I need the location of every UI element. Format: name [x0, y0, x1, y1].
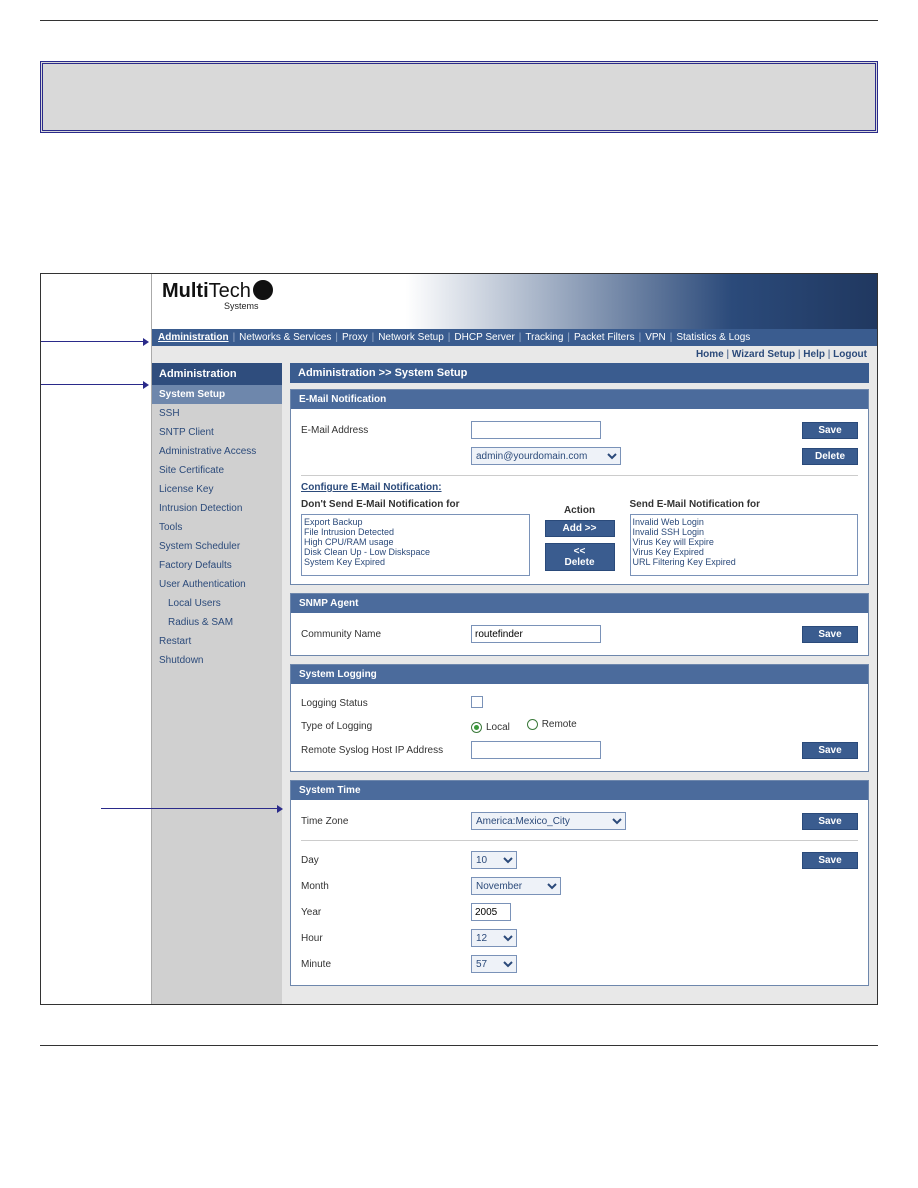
sidebar: Administration System SetupSSHSNTP Clien… — [152, 363, 282, 1004]
tz-save-button[interactable]: Save — [802, 813, 858, 830]
email-input[interactable] — [471, 421, 601, 439]
annotation-arrows — [41, 274, 151, 1004]
menu-tracking[interactable]: Tracking — [525, 332, 563, 343]
menu-networks-services[interactable]: Networks & Services — [239, 332, 331, 343]
list-item[interactable]: File Intrusion Detected — [304, 527, 527, 537]
list-item[interactable]: High CPU/RAM usage — [304, 537, 527, 547]
logging-status-checkbox[interactable] — [471, 696, 483, 708]
tz-label: Time Zone — [301, 816, 471, 827]
email-panel: E-Mail Notification E-Mail Address Save … — [290, 389, 869, 585]
local-radio[interactable]: Local — [471, 722, 510, 733]
email-save-button[interactable]: Save — [802, 422, 858, 439]
time-save-button[interactable]: Save — [802, 852, 858, 869]
minute-label: Minute — [301, 959, 471, 970]
add-button[interactable]: Add >> — [545, 520, 615, 537]
logging-status-label: Logging Status — [301, 698, 471, 709]
logging-type-label: Type of Logging — [301, 721, 471, 732]
list-item[interactable]: Invalid SSH Login — [633, 527, 856, 537]
list-item[interactable]: Export Backup — [304, 517, 527, 527]
brand-tech: Tech — [209, 280, 251, 302]
brand-sub: Systems — [224, 301, 867, 311]
snmp-panel-title: SNMP Agent — [291, 594, 868, 613]
list-item[interactable]: Virus Key Expired — [633, 547, 856, 557]
dont-send-label: Don't Send E-Mail Notification for — [301, 499, 530, 514]
email-panel-title: E-Mail Notification — [291, 390, 868, 409]
sidebar-item-factory-defaults[interactable]: Factory Defaults — [152, 556, 282, 575]
hour-select[interactable]: 12 — [471, 929, 517, 947]
year-label: Year — [301, 907, 471, 918]
minute-select[interactable]: 57 — [471, 955, 517, 973]
sidebar-item-sntp-client[interactable]: SNTP Client — [152, 423, 282, 442]
menu-administration[interactable]: Administration — [158, 332, 229, 343]
email-label: E-Mail Address — [301, 425, 471, 436]
config-email-title: Configure E-Mail Notification: — [301, 482, 858, 493]
sidebar-item-administrative-access[interactable]: Administrative Access — [152, 442, 282, 461]
sidebar-item-radius-sam[interactable]: Radius & SAM — [152, 613, 282, 632]
info-box — [40, 61, 878, 133]
sidebar-item-intrusion-detection[interactable]: Intrusion Detection — [152, 499, 282, 518]
sidebar-item-local-users[interactable]: Local Users — [152, 594, 282, 613]
sidebar-header: Administration — [152, 363, 282, 385]
hour-label: Hour — [301, 933, 471, 944]
day-label: Day — [301, 855, 471, 866]
brand-dot-icon — [253, 280, 273, 300]
list-item[interactable]: Disk Clean Up - Low Diskspace — [304, 547, 527, 557]
sidebar-item-system-scheduler[interactable]: System Scheduler — [152, 537, 282, 556]
app-frame: MultiTech Systems Administration | Netwo… — [40, 273, 878, 1005]
sidebar-item-site-certificate[interactable]: Site Certificate — [152, 461, 282, 480]
email-delete-button[interactable]: Delete — [802, 448, 858, 465]
brand-header: MultiTech Systems — [152, 274, 877, 329]
year-input[interactable] — [471, 903, 511, 921]
logging-save-button[interactable]: Save — [802, 742, 858, 759]
breadcrumb: Administration >> System Setup — [290, 363, 869, 383]
snmp-panel: SNMP Agent Community Name Save — [290, 593, 869, 656]
month-label: Month — [301, 881, 471, 892]
sidebar-item-tools[interactable]: Tools — [152, 518, 282, 537]
snmp-save-button[interactable]: Save — [802, 626, 858, 643]
menu-packet-filters[interactable]: Packet Filters — [574, 332, 635, 343]
community-input[interactable] — [471, 625, 601, 643]
sidebar-item-license-key[interactable]: License Key — [152, 480, 282, 499]
tz-select[interactable]: America:Mexico_City — [471, 812, 626, 830]
logging-panel-title: System Logging — [291, 665, 868, 684]
top-links: Home | Wizard Setup | Help | Logout — [152, 346, 877, 363]
list-item[interactable]: System Key Expired — [304, 557, 527, 567]
list-item[interactable]: URL Filtering Key Expired — [633, 557, 856, 567]
time-panel-title: System Time — [291, 781, 868, 800]
month-select[interactable]: November — [471, 877, 561, 895]
remote-radio[interactable]: Remote — [527, 719, 577, 730]
menu-proxy[interactable]: Proxy — [342, 332, 368, 343]
toplink-wizard-setup[interactable]: Wizard Setup — [732, 349, 795, 360]
remote-ip-input[interactable] — [471, 741, 601, 759]
remote-ip-label: Remote Syslog Host IP Address — [301, 745, 471, 756]
brand-multi: Multi — [162, 280, 209, 302]
menu-dhcp-server[interactable]: DHCP Server — [454, 332, 514, 343]
toplink-help[interactable]: Help — [803, 349, 825, 360]
time-panel: System Time Time Zone America:Mexico_Cit… — [290, 780, 869, 986]
send-listbox[interactable]: Invalid Web LoginInvalid SSH LoginVirus … — [630, 514, 859, 576]
day-select[interactable]: 10 — [471, 851, 517, 869]
community-label: Community Name — [301, 629, 471, 640]
sidebar-item-system-setup[interactable]: System Setup — [152, 385, 282, 404]
email-select[interactable]: admin@yourdomain.com — [471, 447, 621, 465]
delete-action-button[interactable]: << Delete — [545, 543, 615, 571]
menu-statistics-logs[interactable]: Statistics & Logs — [676, 332, 750, 343]
logging-panel: System Logging Logging Status Type of Lo… — [290, 664, 869, 772]
action-label: Action — [540, 505, 620, 520]
sidebar-item-restart[interactable]: Restart — [152, 632, 282, 651]
list-item[interactable]: Virus Key will Expire — [633, 537, 856, 547]
toplink-home[interactable]: Home — [696, 349, 724, 360]
sidebar-item-user-authentication[interactable]: User Authentication — [152, 575, 282, 594]
sidebar-item-shutdown[interactable]: Shutdown — [152, 651, 282, 670]
main-menu: Administration | Networks & Services | P… — [152, 329, 877, 346]
send-label: Send E-Mail Notification for — [630, 499, 859, 514]
list-item[interactable]: Invalid Web Login — [633, 517, 856, 527]
toplink-logout[interactable]: Logout — [833, 349, 867, 360]
dont-send-listbox[interactable]: Export BackupFile Intrusion DetectedHigh… — [301, 514, 530, 576]
menu-network-setup[interactable]: Network Setup — [378, 332, 444, 343]
sidebar-item-ssh[interactable]: SSH — [152, 404, 282, 423]
menu-vpn[interactable]: VPN — [645, 332, 666, 343]
